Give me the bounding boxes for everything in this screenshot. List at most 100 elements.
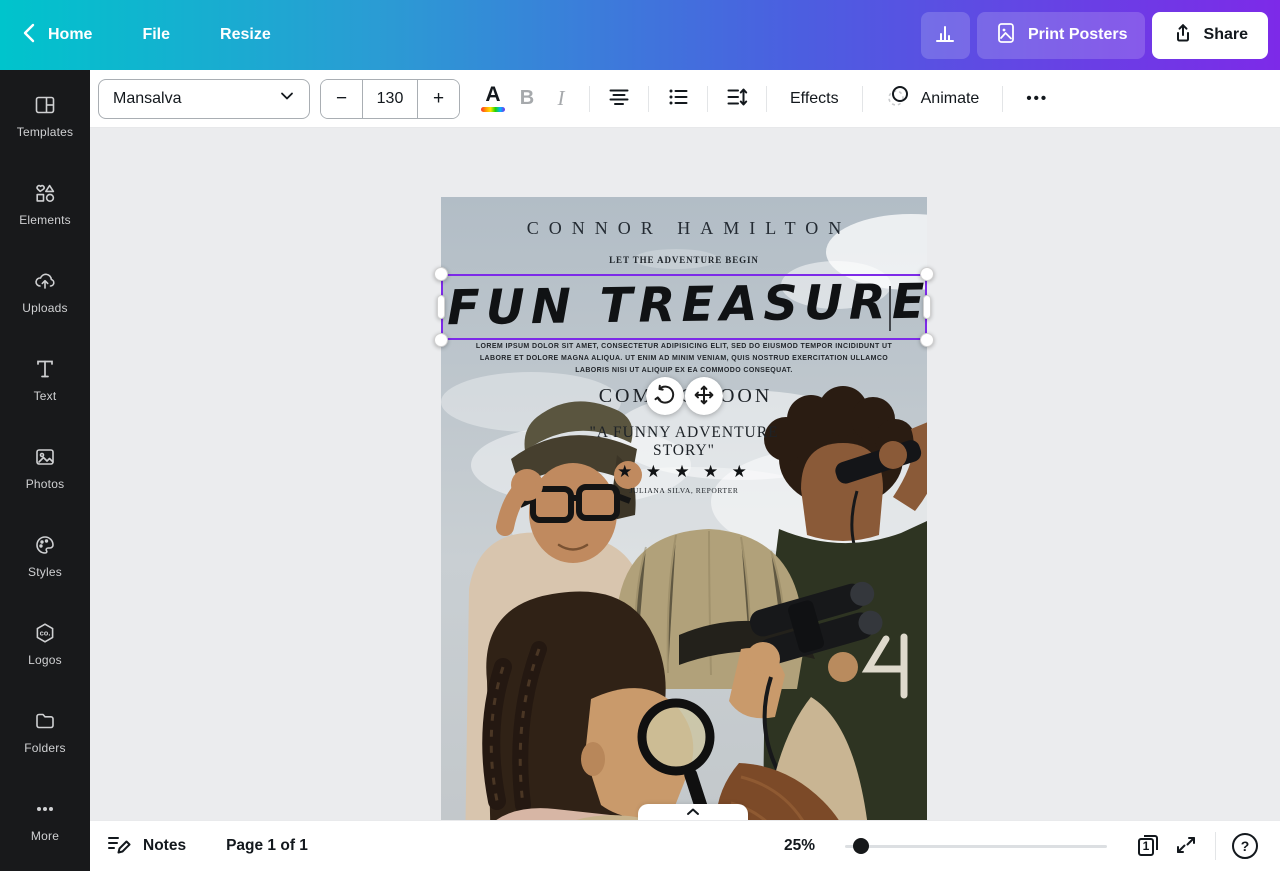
text-toolbar: Mansalva − 130 + A B I (90, 70, 1280, 128)
toolbar-divider (648, 86, 649, 112)
sidebar-item-logos[interactable]: co. Logos (0, 600, 90, 688)
bold-button[interactable]: B (510, 82, 544, 116)
text-cursor (889, 286, 891, 331)
sidebar-item-label: Photos (26, 477, 65, 491)
poster-star-rating[interactable]: ★ ★ ★ ★ ★ (441, 462, 927, 482)
poster-coming-soon-text[interactable]: COMING SOON (441, 385, 927, 408)
toolbar-divider (766, 86, 767, 112)
share-button[interactable]: Share (1152, 12, 1268, 59)
rainbow-color-bar-icon (481, 107, 505, 112)
poster-title-text[interactable]: FUN TREASURE (441, 274, 928, 337)
chevron-up-icon (685, 805, 701, 820)
font-family-value: Mansalva (113, 90, 181, 108)
line-spacing-button[interactable] (719, 81, 755, 117)
animate-label: Animate (921, 90, 980, 108)
animate-button[interactable]: Animate (874, 79, 992, 119)
sidebar-item-label: Templates (17, 125, 74, 139)
poster-tagline-text[interactable]: LET THE ADVENTURE BEGIN (441, 255, 927, 265)
sidebar-item-label: Text (34, 389, 57, 403)
top-bar: Home File Resize Print Posters (0, 0, 1280, 70)
share-upload-icon (1172, 22, 1194, 49)
fullscreen-button[interactable] (1167, 827, 1205, 865)
poster-reviewer-text[interactable]: JULIANA SILVA, REPORTER (441, 486, 927, 495)
expand-arrows-icon (1174, 833, 1198, 860)
italic-button[interactable]: I (544, 82, 578, 116)
poster-page[interactable]: CONNOR HAMILTON LET THE ADVENTURE BEGIN … (441, 197, 927, 820)
zoom-slider-track[interactable] (845, 845, 1107, 848)
templates-icon (33, 93, 57, 117)
sidebar-item-text[interactable]: Text (0, 336, 90, 424)
print-posters-button[interactable]: Print Posters (977, 12, 1145, 59)
pages-view-button[interactable]: 1 (1129, 827, 1167, 865)
rotate-icon (654, 384, 676, 409)
resize-handle-middle-right[interactable] (923, 295, 931, 319)
text-icon (33, 357, 57, 381)
top-bar-menus: Home File Resize (22, 23, 271, 48)
font-family-select[interactable]: Mansalva (98, 79, 310, 119)
resize-handle-bottom-left[interactable] (434, 333, 448, 347)
font-size-decrease-button[interactable]: − (321, 80, 362, 118)
notes-icon (106, 832, 132, 861)
home-menu-label: Home (48, 26, 92, 44)
more-dots-icon (33, 797, 57, 821)
sidebar-item-label: Folders (24, 741, 65, 755)
zoom-slider-knob[interactable] (853, 838, 869, 854)
resize-handle-bottom-right[interactable] (920, 333, 934, 347)
top-bar-actions: Print Posters Share (921, 12, 1268, 59)
collapse-bottom-bar-button[interactable] (638, 804, 748, 820)
font-size-stepper: − 130 + (320, 79, 460, 119)
sidebar-item-templates[interactable]: Templates (0, 72, 90, 160)
text-color-glyph: A (485, 85, 500, 105)
file-menu-button[interactable]: File (142, 26, 170, 44)
zoom-level[interactable]: 25% (784, 837, 815, 855)
help-button[interactable]: ? (1226, 827, 1264, 865)
help-icon: ? (1232, 833, 1258, 859)
resize-menu-button[interactable]: Resize (220, 26, 271, 44)
font-size-increase-button[interactable]: + (418, 80, 459, 118)
status-bar-divider (1215, 832, 1216, 860)
sidebar: Templates Elements Uploads (0, 70, 90, 871)
status-bar: Notes Page 1 of 1 25% 1 (90, 820, 1280, 871)
notes-button[interactable]: Notes (106, 832, 186, 861)
sidebar-item-uploads[interactable]: Uploads (0, 248, 90, 336)
rotate-handle[interactable] (646, 377, 684, 415)
resize-handle-middle-left[interactable] (437, 295, 445, 319)
sidebar-item-photos[interactable]: Photos (0, 424, 90, 512)
photos-icon (33, 445, 57, 469)
toolbar-more-button[interactable]: ••• (1014, 79, 1060, 119)
text-align-button[interactable] (601, 81, 637, 117)
poster-review-quote-text[interactable]: "A FUNNY ADVENTURE STORY" (584, 424, 784, 460)
poster-author-text[interactable]: CONNOR HAMILTON (441, 218, 927, 239)
svg-text:co.: co. (40, 629, 51, 638)
effects-button[interactable]: Effects (778, 79, 851, 119)
uploads-icon (33, 269, 57, 293)
zoom-slider[interactable] (845, 838, 1107, 854)
chevron-left-icon (22, 23, 36, 48)
line-spacing-icon (725, 85, 749, 112)
insights-button[interactable] (921, 12, 970, 59)
back-home-button[interactable]: Home (22, 23, 92, 48)
chevron-down-icon (279, 88, 295, 109)
elements-icon (33, 181, 57, 205)
resize-handle-top-left[interactable] (434, 267, 448, 281)
bullet-list-button[interactable] (660, 81, 696, 117)
poster-body-text[interactable]: LOREM IPSUM DOLOR SIT AMET, CONSECTETUR … (464, 341, 904, 377)
sidebar-item-elements[interactable]: Elements (0, 160, 90, 248)
move-handle[interactable] (685, 377, 723, 415)
sidebar-item-label: Elements (19, 213, 71, 227)
folders-icon (33, 709, 57, 733)
resize-handle-top-right[interactable] (920, 267, 934, 281)
toolbar-divider (707, 86, 708, 112)
toolbar-divider (589, 86, 590, 112)
font-size-value[interactable]: 130 (362, 80, 418, 118)
sidebar-item-label: More (31, 829, 59, 843)
sidebar-item-folders[interactable]: Folders (0, 688, 90, 776)
sidebar-item-label: Styles (28, 565, 62, 579)
sidebar-item-styles[interactable]: Styles (0, 512, 90, 600)
move-icon (693, 384, 715, 409)
text-color-button[interactable]: A (476, 79, 510, 119)
styles-icon (33, 533, 57, 557)
sidebar-item-more[interactable]: More (0, 776, 90, 864)
canvas-workspace[interactable]: CONNOR HAMILTON LET THE ADVENTURE BEGIN … (90, 128, 1280, 820)
print-posters-label: Print Posters (1028, 26, 1128, 44)
